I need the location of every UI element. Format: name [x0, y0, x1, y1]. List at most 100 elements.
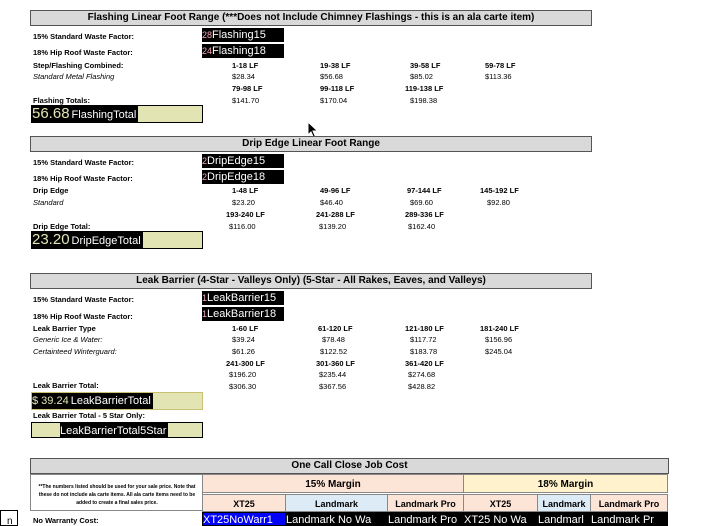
- leak-certainteed-label: Certainteed Winterguard:: [33, 347, 117, 356]
- drip-range: 289-336 LF: [405, 210, 444, 219]
- drip-type-label: Drip Edge: [33, 186, 69, 195]
- flashing-range: 59-78 LF: [485, 61, 516, 70]
- drip-range: 193-240 LF: [226, 210, 265, 219]
- leak-hip-waste-label: 18% Hip Roof Waste Factor:: [33, 312, 133, 321]
- landmark-nowarranty-18-cell[interactable]: Landmarl: [537, 512, 591, 526]
- leak-generic-price: $196.20: [229, 370, 257, 379]
- left-edge-cell[interactable]: n: [0, 510, 18, 526]
- landmark-nowarranty-15-cell[interactable]: Landmark No Wa: [285, 512, 388, 526]
- leak-cert-price: $306.30: [229, 382, 257, 391]
- flashing18-field-num: 24: [202, 46, 213, 56]
- leak-generic-price: $235.44: [319, 370, 347, 379]
- flashing-price: $113.36: [485, 72, 512, 81]
- leak-range: 61-120 LF: [318, 324, 353, 333]
- onecall-note-box: **The numbers listed should be used for …: [30, 474, 203, 511]
- drip-type-sub: Standard: [33, 198, 64, 207]
- drip-price: $69.60: [410, 198, 433, 207]
- col-landmark-18: Landmark: [537, 494, 591, 512]
- landmarkpro-nowarranty-18-cell[interactable]: Landmark Pr: [590, 512, 668, 526]
- leakbarrier18-field[interactable]: 1LeakBarrier18: [202, 307, 284, 321]
- drip-price: $92.80: [487, 198, 510, 207]
- drip-price: $23.20: [232, 198, 255, 207]
- leakbarrier15-field-name: LeakBarrier15: [207, 292, 277, 304]
- dripedge18-field[interactable]: 2DripEdge18: [202, 170, 284, 184]
- dripedge15-field[interactable]: 2DripEdge15: [202, 154, 284, 168]
- flashing-std-waste-label: 15% Standard Waste Factor:: [33, 32, 134, 41]
- col-xt25-15: XT25: [202, 494, 286, 512]
- drip-range: 241-288 LF: [316, 210, 355, 219]
- leakbarrier18-field-name: LeakBarrier18: [207, 308, 277, 320]
- dripedge18-field-name: DripEdge18: [207, 171, 266, 183]
- leak-cert-price: $183.78: [410, 347, 438, 356]
- leak-range: 361-420 LF: [405, 359, 444, 368]
- leak-cert-price: $245.04: [485, 347, 513, 356]
- flashing15-field-num: 28: [202, 30, 213, 40]
- drip-std-waste-label: 15% Standard Waste Factor:: [33, 158, 134, 167]
- leak-generic-label: Generic Ice & Water:: [33, 335, 103, 344]
- flashing-range: 79-98 LF: [232, 84, 263, 93]
- flashing-total-value: 56.68: [32, 105, 70, 122]
- leakbarrier15-field[interactable]: 1LeakBarrier15: [202, 291, 284, 305]
- drip-price: $139.20: [319, 222, 347, 231]
- leak-barrier-section-header: Leak Barrier (4-Star - Valleys Only) (5-…: [30, 273, 592, 289]
- flashing15-field-name: Flashing15: [212, 29, 266, 41]
- drip-edge-section-header: Drip Edge Linear Foot Range: [30, 136, 592, 152]
- drip-price: $46.40: [320, 198, 343, 207]
- drip-total-value: 23.20: [32, 231, 70, 248]
- flashing-range: 39-58 LF: [410, 61, 441, 70]
- leak-total5-label: Leak Barrier Total - 5 Star Only:: [33, 411, 145, 420]
- leak-total-field[interactable]: $ 39.24 LeakBarrierTotal: [31, 392, 203, 410]
- flashing-price: $170.04: [320, 96, 348, 105]
- flashing18-field-name: Flashing18: [212, 45, 266, 57]
- drip-price: $116.00: [229, 222, 256, 231]
- flashing-type-sub: Standard Metal Flashing: [33, 72, 115, 81]
- flashing-section-header: Flashing Linear Foot Range (***Does not …: [30, 10, 592, 26]
- flashing18-field[interactable]: 24Flashing18: [202, 44, 284, 58]
- col-landmarkpro-15: Landmark Pro: [387, 494, 464, 512]
- leak-cert-price: $61.26: [232, 347, 255, 356]
- leak-cert-price: $122.52: [320, 347, 348, 356]
- drip-total-label: Drip Edge Total:: [33, 222, 91, 231]
- flashing-range: 119-138 LF: [405, 84, 444, 93]
- drip-price: $162.40: [408, 222, 436, 231]
- left-edge-cell-text: n: [7, 516, 13, 526]
- leak-generic-price: $274.68: [408, 370, 436, 379]
- xt25-nowarranty-15-cell[interactable]: XT25NoWarr1: [202, 512, 286, 526]
- flashing-range: 1-18 LF: [232, 61, 259, 70]
- drip-range: 1-48 LF: [232, 186, 259, 195]
- flashing15-field[interactable]: 28Flashing15: [202, 28, 284, 42]
- flashing-price: $198.38: [410, 96, 438, 105]
- leak-total5-field[interactable]: LeakBarrierTotal5Star: [31, 422, 203, 438]
- drip-range: 97-144 LF: [407, 186, 442, 195]
- leak-total-label: Leak Barrier Total:: [33, 381, 99, 390]
- leak-range: 301-360 LF: [316, 359, 355, 368]
- drip-total-field[interactable]: 23.20 DripEdgeTotal: [31, 231, 203, 249]
- leak-generic-price: $156.96: [485, 335, 513, 344]
- margin18-header: 18% Margin: [463, 474, 668, 493]
- flashing-totals-label: Flashing Totals:: [33, 96, 90, 105]
- xt25-nowarranty-18-cell[interactable]: XT25 No Wa: [463, 512, 538, 526]
- leak-total-value: $ 39.24: [32, 395, 69, 407]
- col-xt25-18: XT25: [463, 494, 538, 512]
- no-warranty-label: No Warranty Cost:: [33, 516, 99, 525]
- leak-cert-price: $367.56: [319, 382, 347, 391]
- drip-hip-waste-label: 18% Hip Roof Waste Factor:: [33, 174, 133, 183]
- leak-std-waste-label: 15% Standard Waste Factor:: [33, 295, 134, 304]
- onecall-note: **The numbers listed should be used for …: [38, 484, 196, 506]
- flashing-hip-waste-label: 18% Hip Roof Waste Factor:: [33, 48, 133, 57]
- leak-range: 241-300 LF: [226, 359, 265, 368]
- drip-total-name: DripEdgeTotal: [71, 235, 141, 247]
- leak-generic-price: $78.48: [322, 335, 345, 344]
- flashing-total-name: FlashingTotal: [71, 109, 137, 121]
- col-landmark-15: Landmark: [285, 494, 388, 512]
- leak-total-name: LeakBarrierTotal: [70, 395, 151, 407]
- flashing-price: $141.70: [232, 96, 260, 105]
- leak-generic-price: $39.24: [232, 335, 255, 344]
- col-landmarkpro-18: Landmark Pro: [590, 494, 668, 512]
- flashing-total-field[interactable]: 56.68 FlashingTotal: [31, 105, 203, 123]
- flashing-price: $85.02: [410, 72, 433, 81]
- landmarkpro-nowarranty-15-cell[interactable]: Landmark Pro: [387, 512, 464, 526]
- leak-range: 121-180 LF: [405, 324, 444, 333]
- leak-generic-price: $117.72: [410, 335, 437, 344]
- drip-range: 145-192 LF: [480, 186, 519, 195]
